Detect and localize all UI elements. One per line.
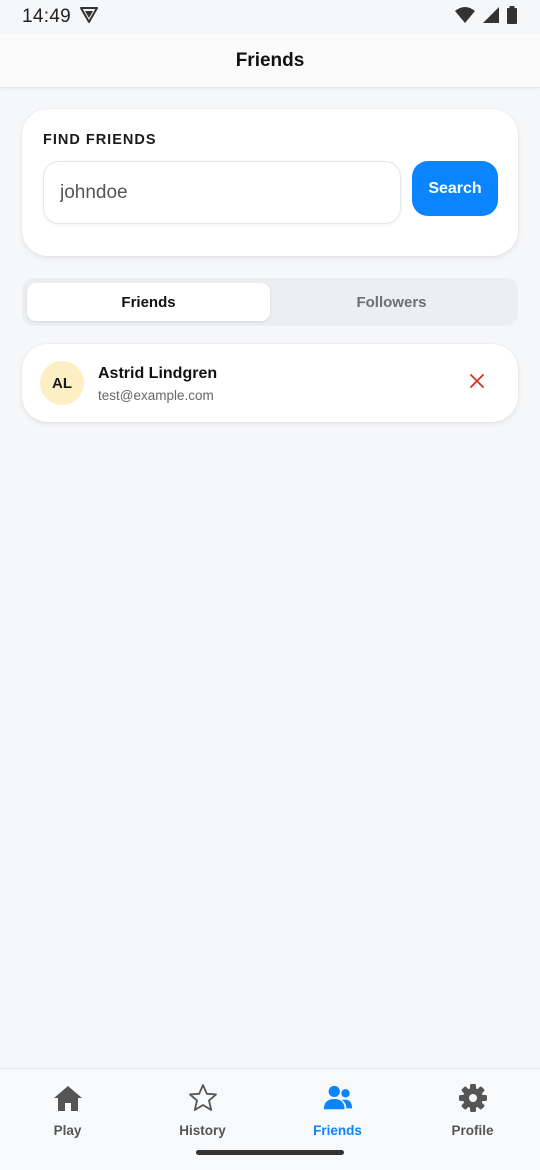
remove-friend-button[interactable]	[464, 370, 490, 396]
vpn-shield-icon	[79, 6, 99, 29]
friend-email: test@example.com	[98, 388, 214, 403]
find-friends-card: FIND FRIENDS Search	[22, 109, 518, 256]
status-bar: 14:49	[0, 0, 540, 34]
friends-screen: 14:49 Friends FIND FRIENDS johndoe Searc…	[0, 0, 540, 1170]
status-time: 14:49	[22, 6, 72, 27]
nav-label-friends: Friends	[313, 1123, 362, 1138]
nav-item-play[interactable]: Play	[0, 1069, 135, 1170]
friend-list-item[interactable]: AL Astrid Lindgren test@example.com	[22, 344, 518, 422]
battery-icon	[506, 5, 518, 29]
gear-icon	[458, 1083, 488, 1113]
find-friends-label: FIND FRIENDS	[43, 132, 157, 148]
tab-followers[interactable]: Followers	[270, 283, 513, 321]
close-icon	[469, 373, 485, 394]
friends-tabs: Friends Followers	[22, 278, 518, 326]
page-title: Friends	[235, 49, 305, 71]
home-indicator[interactable]	[196, 1150, 344, 1155]
wifi-icon	[454, 6, 476, 29]
app-header: Friends	[0, 34, 540, 88]
users-icon	[323, 1083, 353, 1113]
star-icon	[188, 1083, 218, 1113]
signal-icon	[482, 6, 500, 29]
status-left: 14:49	[22, 6, 99, 29]
search-button[interactable]: Search	[412, 161, 498, 216]
nav-item-profile[interactable]: Profile	[405, 1069, 540, 1170]
status-right	[454, 5, 518, 29]
nav-label-play: Play	[53, 1123, 82, 1138]
search-input[interactable]	[43, 161, 401, 224]
nav-label-history: History	[179, 1123, 226, 1138]
friend-name: Astrid Lindgren	[98, 365, 218, 382]
tab-friends[interactable]: Friends	[27, 283, 270, 321]
home-icon	[53, 1083, 83, 1113]
nav-label-profile: Profile	[451, 1123, 494, 1138]
avatar: AL	[40, 361, 84, 405]
